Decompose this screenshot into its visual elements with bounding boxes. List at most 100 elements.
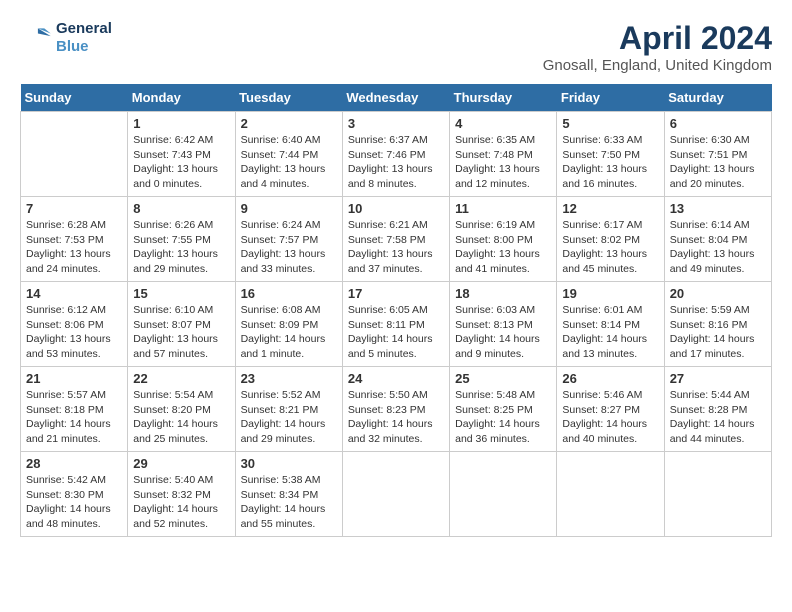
day-info: Sunrise: 6:10 AMSunset: 8:07 PMDaylight:… [133,303,229,362]
logo-line1: General [56,20,112,38]
calendar-week-5: 28 Sunrise: 5:42 AMSunset: 8:30 PMDayligh… [21,452,772,537]
weekday-header-friday: Friday [557,84,664,112]
day-info: Sunrise: 5:59 AMSunset: 8:16 PMDaylight:… [670,303,766,362]
calendar-cell [21,112,128,197]
weekday-header-row: SundayMondayTuesdayWednesdayThursdayFrid… [21,84,772,112]
weekday-header-wednesday: Wednesday [342,84,449,112]
calendar-cell: 25Sunrise: 5:48 AMSunset: 8:25 PMDayligh… [450,367,557,452]
day-number: 21 [26,371,122,386]
logo-line2: Blue [56,38,112,56]
day-info: Sunrise: 6:42 AMSunset: 7:43 PMDaylight:… [133,133,229,192]
calendar-cell: 12Sunrise: 6:17 AMSunset: 8:02 PMDayligh… [557,197,664,282]
day-number: 28 [26,456,122,471]
logo: General Blue [20,20,112,56]
day-number: 9 [241,201,337,216]
logo-text: General Blue [56,20,112,56]
calendar-cell: 14 Sunrise: 6:12 AMSunset: 8:06 PMDayligh… [21,282,128,367]
calendar-cell: 15 Sunrise: 6:10 AMSunset: 8:07 PMDayligh… [128,282,235,367]
calendar-cell: 20 Sunrise: 5:59 AMSunset: 8:16 PMDayligh… [664,282,771,367]
day-number: 20 [670,286,766,301]
day-info: Sunrise: 5:52 AMSunset: 8:21 PMDaylight:… [241,388,337,447]
day-number: 19 [562,286,658,301]
calendar-cell: 9 Sunrise: 6:24 AMSunset: 7:57 PMDaylight… [235,197,342,282]
day-number: 27 [670,371,766,386]
calendar-header: SundayMondayTuesdayWednesdayThursdayFrid… [21,84,772,112]
day-info: Sunrise: 6:30 AMSunset: 7:51 PMDaylight:… [670,133,766,192]
day-number: 15 [133,286,229,301]
day-number: 10 [348,201,444,216]
day-number: 29 [133,456,229,471]
day-info: Sunrise: 5:44 AMSunset: 8:28 PMDaylight:… [670,388,766,447]
weekday-header-saturday: Saturday [664,84,771,112]
day-info: Sunrise: 6:26 AMSunset: 7:55 PMDaylight:… [133,218,229,277]
calendar-cell: 26 Sunrise: 5:46 AMSunset: 8:27 PMDayligh… [557,367,664,452]
day-info: Sunrise: 6:12 AMSunset: 8:06 PMDaylight:… [26,303,122,362]
calendar-cell: 24 Sunrise: 5:50 AMSunset: 8:23 PMDayligh… [342,367,449,452]
weekday-header-thursday: Thursday [450,84,557,112]
day-info: Sunrise: 6:19 AMSunset: 8:00 PMDaylight:… [455,218,551,277]
day-info: Sunrise: 6:01 AMSunset: 8:14 PMDaylight:… [562,303,658,362]
calendar-week-3: 14 Sunrise: 6:12 AMSunset: 8:06 PMDayligh… [21,282,772,367]
day-number: 14 [26,286,122,301]
day-info: Sunrise: 6:24 AMSunset: 7:57 PMDaylight:… [241,218,337,277]
calendar-cell: 3 Sunrise: 6:37 AMSunset: 7:46 PMDaylight… [342,112,449,197]
calendar-cell: 23 Sunrise: 5:52 AMSunset: 8:21 PMDayligh… [235,367,342,452]
day-info: Sunrise: 5:50 AMSunset: 8:23 PMDaylight:… [348,388,444,447]
day-info: Sunrise: 6:03 AMSunset: 8:13 PMDaylight:… [455,303,551,362]
logo-container: General Blue [20,20,112,56]
day-number: 2 [241,116,337,131]
calendar-cell: 16Sunrise: 6:08 AMSunset: 8:09 PMDayligh… [235,282,342,367]
day-number: 6 [670,116,766,131]
calendar-cell: 17Sunrise: 6:05 AMSunset: 8:11 PMDayligh… [342,282,449,367]
calendar-cell: 6 Sunrise: 6:30 AMSunset: 7:51 PMDaylight… [664,112,771,197]
day-number: 7 [26,201,122,216]
day-number: 26 [562,371,658,386]
day-info: Sunrise: 6:14 AMSunset: 8:04 PMDaylight:… [670,218,766,277]
calendar-cell [450,452,557,537]
logo-bird-icon [20,22,52,54]
month-year-title: April 2024 [543,20,772,57]
day-number: 24 [348,371,444,386]
day-number: 3 [348,116,444,131]
day-info: Sunrise: 6:05 AMSunset: 8:11 PMDaylight:… [348,303,444,362]
calendar-cell: 11 Sunrise: 6:19 AMSunset: 8:00 PMDayligh… [450,197,557,282]
page-header: General Blue April 2024 Gnosall, England… [20,20,772,74]
day-number: 18 [455,286,551,301]
calendar-cell [664,452,771,537]
calendar-week-1: 1 Sunrise: 6:42 AMSunset: 7:43 PMDaylight… [21,112,772,197]
calendar-cell: 13Sunrise: 6:14 AMSunset: 8:04 PMDayligh… [664,197,771,282]
calendar-cell: 5Sunrise: 6:33 AMSunset: 7:50 PMDaylight… [557,112,664,197]
calendar-cell [557,452,664,537]
calendar-cell [342,452,449,537]
title-block: April 2024 Gnosall, England, United King… [543,20,772,74]
day-number: 8 [133,201,229,216]
calendar-cell: 29 Sunrise: 5:40 AMSunset: 8:32 PMDayligh… [128,452,235,537]
calendar-cell: 2 Sunrise: 6:40 AMSunset: 7:44 PMDaylight… [235,112,342,197]
day-info: Sunrise: 6:40 AMSunset: 7:44 PMDaylight:… [241,133,337,192]
day-number: 11 [455,201,551,216]
calendar-cell: 8 Sunrise: 6:26 AMSunset: 7:55 PMDaylight… [128,197,235,282]
calendar-cell: 28 Sunrise: 5:42 AMSunset: 8:30 PMDayligh… [21,452,128,537]
day-number: 1 [133,116,229,131]
weekday-header-tuesday: Tuesday [235,84,342,112]
day-info: Sunrise: 5:54 AMSunset: 8:20 PMDaylight:… [133,388,229,447]
calendar-table: SundayMondayTuesdayWednesdayThursdayFrid… [20,84,772,537]
calendar-cell: 18 Sunrise: 6:03 AMSunset: 8:13 PMDayligh… [450,282,557,367]
day-number: 22 [133,371,229,386]
day-info: Sunrise: 5:42 AMSunset: 8:30 PMDaylight:… [26,473,122,532]
day-info: Sunrise: 5:38 AMSunset: 8:34 PMDaylight:… [241,473,337,532]
day-info: Sunrise: 5:46 AMSunset: 8:27 PMDaylight:… [562,388,658,447]
calendar-cell: 27 Sunrise: 5:44 AMSunset: 8:28 PMDayligh… [664,367,771,452]
calendar-cell: 22 Sunrise: 5:54 AMSunset: 8:20 PMDayligh… [128,367,235,452]
day-number: 4 [455,116,551,131]
day-number: 5 [562,116,658,131]
day-info: Sunrise: 5:40 AMSunset: 8:32 PMDaylight:… [133,473,229,532]
weekday-header-monday: Monday [128,84,235,112]
day-number: 30 [241,456,337,471]
day-info: Sunrise: 6:37 AMSunset: 7:46 PMDaylight:… [348,133,444,192]
calendar-cell: 7 Sunrise: 6:28 AMSunset: 7:53 PMDaylight… [21,197,128,282]
day-info: Sunrise: 6:28 AMSunset: 7:53 PMDaylight:… [26,218,122,277]
calendar-cell: 10Sunrise: 6:21 AMSunset: 7:58 PMDayligh… [342,197,449,282]
day-number: 23 [241,371,337,386]
calendar-week-4: 21Sunrise: 5:57 AMSunset: 8:18 PMDayligh… [21,367,772,452]
